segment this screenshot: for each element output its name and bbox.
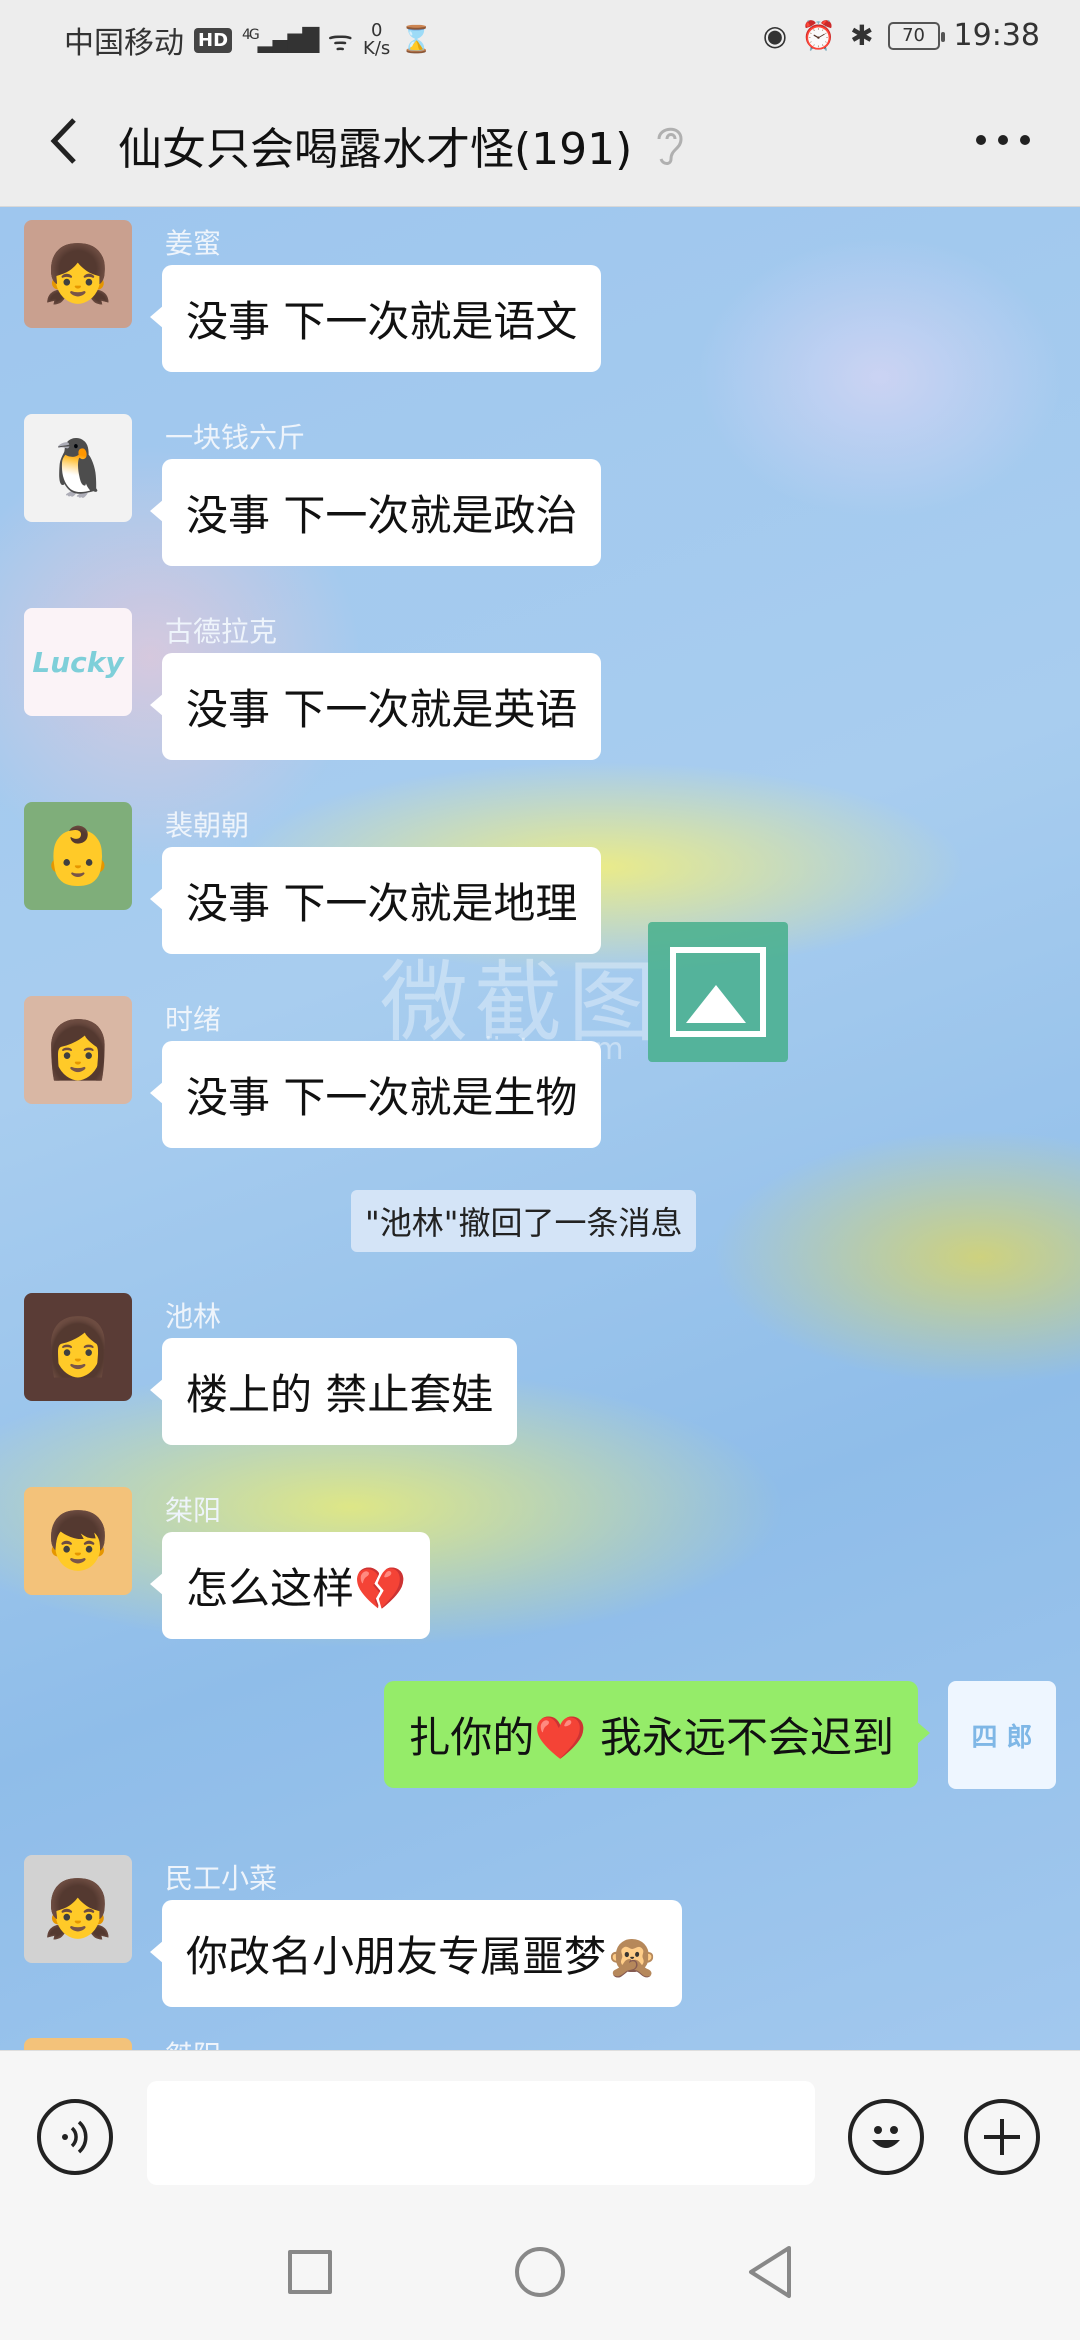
more-functions-button[interactable] (964, 2099, 1040, 2175)
signal-icon: 4G▂▄▆█ (242, 26, 319, 54)
avatar[interactable]: 👧 (24, 1855, 132, 1963)
triangle-back-icon (749, 2246, 791, 2298)
sender-name: 池林 (165, 1300, 222, 1333)
message-bubble[interactable]: 没事 下一次就是生物 (149, 1041, 602, 1148)
status-right: ◉ ⏰ ✱ 70 19:38 (763, 18, 1040, 53)
girl-avatar-icon: 👩 (43, 1315, 113, 1380)
speed-unit: K/s (363, 38, 391, 59)
carrier-label: 中国移动 (64, 26, 184, 61)
status-bar: 中国移动 HD 4G▂▄▆█ ᯤ 0 K/s ⌛ ◉ ⏰ ✱ 70 19:38 (0, 0, 1080, 75)
clock-time: 19:38 (953, 18, 1040, 53)
voice-input-button[interactable] (37, 2099, 113, 2175)
avatar[interactable]: 👧 (24, 220, 132, 328)
circle-icon (515, 2247, 565, 2297)
alarm-icon: ⏰ (801, 19, 837, 52)
avatar[interactable]: 👶 (24, 802, 132, 910)
network-type: 4G (242, 26, 260, 43)
recall-notice: "池林"撤回了一条消息 (351, 1190, 697, 1252)
system-navigation-bar (0, 2212, 1080, 2340)
sender-name: 桀阳 (165, 2034, 221, 2050)
sticker-avatar-icon: 四 郎 (971, 1722, 1033, 1753)
girl-avatar-icon: 👧 (43, 1877, 113, 1942)
message-bubble[interactable]: 没事 下一次就是语文 (149, 265, 602, 372)
penguin-avatar-icon: 🐧 (43, 436, 113, 501)
avatar[interactable]: 👦 (24, 2038, 132, 2050)
plus-icon (984, 2119, 1020, 2155)
message-bubble[interactable]: 没事 下一次就是英语 (149, 653, 602, 760)
wifi-icon: ᯤ (327, 24, 354, 57)
emoji-button[interactable] (848, 2099, 924, 2175)
input-bar (0, 2050, 1080, 2212)
chat-title: 仙女只会喝露水才怪(191) (118, 124, 633, 175)
message-bubble[interactable]: 没事 下一次就是政治 (149, 459, 602, 566)
more-options-button[interactable] (968, 115, 1038, 165)
sender-name: 一块钱六斤 (165, 421, 306, 454)
home-button[interactable] (510, 2242, 570, 2302)
ear-icon (650, 119, 690, 167)
ellipsis-icon (976, 135, 1030, 145)
message-bubble[interactable]: 扎你的❤️ 我永远不会迟到 (384, 1681, 930, 1788)
message-bubble[interactable]: 没事 下一次就是地理 (149, 847, 602, 954)
network-speed: 0 K/s (363, 22, 390, 58)
chevron-left-icon (50, 118, 76, 164)
status-left: 中国移动 HD 4G▂▄▆█ ᯤ 0 K/s ⌛ (64, 18, 433, 62)
system-back-button[interactable] (740, 2242, 800, 2302)
avatar[interactable]: Lucky (24, 608, 132, 716)
message-bubble[interactable]: 楼上的 禁止套娃 (149, 1338, 518, 1445)
back-button[interactable] (38, 113, 88, 169)
battery-icon: 70 (887, 21, 945, 50)
sender-name: 裴朝朝 (165, 809, 250, 842)
avatar[interactable]: 👩 (24, 996, 132, 1104)
square-icon (288, 2250, 332, 2294)
hourglass-icon: ⌛ (400, 25, 433, 55)
avatar[interactable]: 👩 (24, 1293, 132, 1401)
sender-name: 时绪 (165, 1003, 222, 1036)
eye-icon: ◉ (762, 19, 788, 52)
cartoon-boy-avatar-icon: 👦 (43, 1509, 113, 1574)
message-bubble[interactable]: 你改名小朋友专属噩梦🙊 (149, 1900, 683, 2007)
voice-icon (62, 2120, 88, 2154)
watermark-logo-icon (648, 922, 788, 1062)
avatar[interactable]: 🐧 (24, 414, 132, 522)
sender-name: 桀阳 (165, 1494, 222, 1527)
sender-name: 古德拉克 (165, 615, 278, 648)
hd-icon: HD (194, 27, 233, 53)
cartoon-girl-avatar-icon: 👶 (43, 824, 113, 889)
avatar[interactable]: 👦 (24, 1487, 132, 1595)
message-input[interactable] (147, 2081, 815, 2185)
sender-name: 姜蜜 (165, 227, 222, 260)
battery-level: 70 (902, 25, 925, 46)
chat-message-list[interactable]: 微截图 www.vjietu.com 👧 姜蜜 没事 下一次就是语文 🐧 一块钱… (0, 207, 1080, 2050)
girl-avatar-icon: 👩 (43, 1018, 113, 1083)
sender-name: 民工小菜 (165, 1862, 278, 1895)
girl-avatar-icon: 👧 (43, 242, 113, 307)
chat-header: 仙女只会喝露水才怪(191) (0, 75, 1080, 207)
lucky-avatar-icon: Lucky (32, 645, 124, 679)
smiley-icon (872, 2126, 900, 2148)
my-avatar[interactable]: 四 郎 (948, 1681, 1056, 1789)
bluetooth-icon: ✱ (850, 19, 874, 52)
recent-apps-button[interactable] (280, 2242, 340, 2302)
message-bubble[interactable]: 怎么这样💔 (149, 1532, 431, 1639)
